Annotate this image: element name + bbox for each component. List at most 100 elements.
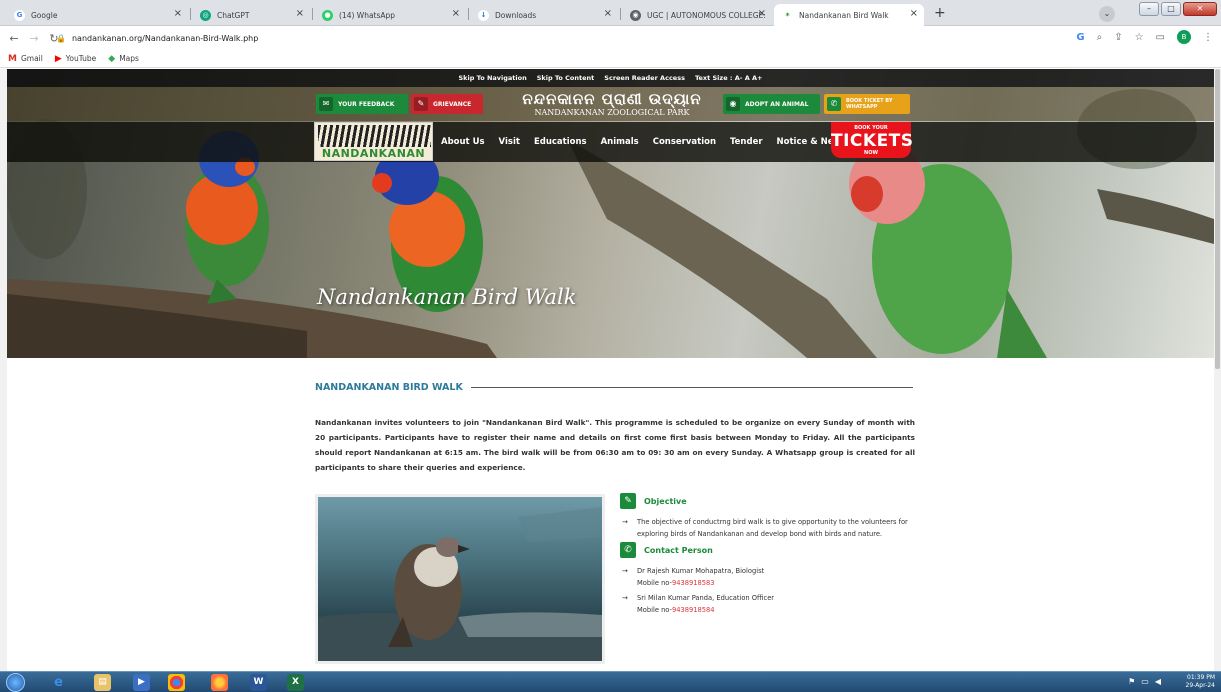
close-icon[interactable]: × bbox=[174, 8, 182, 19]
maps-icon: ◆ bbox=[108, 53, 116, 64]
mobile-label: Mobile no- bbox=[637, 605, 672, 614]
nav-visit[interactable]: Visit bbox=[499, 137, 520, 147]
whatsapp-icon: ● bbox=[322, 9, 333, 21]
objective-item: The objective of conductrng bird walk is… bbox=[620, 517, 916, 540]
close-icon[interactable]: × bbox=[604, 8, 612, 19]
bookmark-gmail[interactable]: M Gmail bbox=[8, 54, 43, 64]
tab-google[interactable]: G Google × bbox=[6, 4, 188, 26]
grievance-label: GRIEVANCE bbox=[433, 100, 472, 108]
nav-educations[interactable]: Educations bbox=[534, 137, 587, 147]
file-explorer-icon[interactable]: ▤ bbox=[94, 674, 111, 691]
clock[interactable]: 01:39 PM 29-Apr-24 bbox=[1186, 674, 1215, 690]
start-button[interactable] bbox=[6, 673, 25, 692]
tickets-bottom-text: NOW bbox=[864, 150, 878, 156]
web-page: Skip To Navigation Skip To Content Scree… bbox=[7, 69, 1214, 671]
back-icon[interactable]: ← bbox=[8, 32, 20, 45]
system-tray: ⚑ ▭ ◀ bbox=[1128, 677, 1161, 686]
objective-title: Objective bbox=[644, 496, 687, 506]
bookmark-youtube[interactable]: ▶ YouTube bbox=[55, 54, 96, 64]
new-tab-icon[interactable]: + bbox=[934, 5, 946, 21]
close-icon[interactable]: × bbox=[452, 8, 460, 19]
tab-label: UGC | AUTONOMOUS COLLEGE: bbox=[647, 10, 766, 20]
intro-paragraph: Nandankanan invites volunteers to join "… bbox=[315, 418, 915, 472]
book-whatsapp-label: BOOK TICKET BY WHATSAPP bbox=[846, 98, 893, 110]
close-icon[interactable]: × bbox=[296, 8, 304, 19]
lock-icon[interactable]: 🔒 bbox=[56, 34, 66, 43]
star-icon[interactable]: ☆ bbox=[1135, 32, 1144, 43]
contact-item: Sri Milan Kumar Panda, Education Officer… bbox=[620, 593, 916, 616]
flag-icon[interactable]: ⚑ bbox=[1128, 677, 1135, 686]
media-player-icon[interactable]: ▶ bbox=[133, 674, 150, 691]
park-name: ନନ୍ଦନକାନନ ପ୍ରାଣୀ ଉଦ୍ୟାନ NANDANKANAN ZOOL… bbox=[517, 90, 707, 118]
volume-icon[interactable]: ◀ bbox=[1155, 677, 1161, 686]
park-name-odia: ନନ୍ଦନକାନନ ପ୍ରାଣୀ ଉଦ୍ୟାନ bbox=[522, 90, 702, 108]
heading-divider bbox=[470, 387, 913, 388]
tab-nandankanan-bird-walk[interactable]: ✶ Nandankanan Bird Walk × bbox=[774, 4, 924, 26]
mobile-number[interactable]: 9438918584 bbox=[672, 606, 715, 614]
objective-list: The objective of conductrng bird walk is… bbox=[620, 517, 916, 540]
nav-conservation[interactable]: Conservation bbox=[653, 137, 716, 147]
word-icon[interactable]: W bbox=[250, 674, 267, 691]
book-tickets-button[interactable]: BOOK YOUR TICKETS NOW bbox=[831, 122, 913, 158]
phone-icon: ✆ bbox=[620, 542, 636, 558]
info-panel: ✎ Objective The objective of conductrng … bbox=[620, 493, 916, 620]
main-menu: About Us Visit Educations Animals Conser… bbox=[441, 122, 846, 162]
tab-chatgpt[interactable]: ◎ ChatGPT × bbox=[192, 4, 310, 26]
skip-content-link[interactable]: Skip To Content bbox=[537, 74, 595, 82]
tab-label: (14) WhatsApp bbox=[339, 10, 396, 20]
internet-explorer-icon[interactable]: e bbox=[50, 674, 67, 691]
page-gutter bbox=[0, 69, 7, 671]
minimize-icon[interactable]: – bbox=[1139, 2, 1159, 16]
skip-navigation-link[interactable]: Skip To Navigation bbox=[459, 74, 527, 82]
contact-name: Sri Milan Kumar Panda, Education Officer bbox=[637, 594, 775, 602]
book-whatsapp-button[interactable]: ✆ BOOK TICKET BY WHATSAPP bbox=[824, 94, 910, 114]
side-panel-icon[interactable]: ▭ bbox=[1156, 32, 1165, 43]
section-title: NANDANKANAN BIRD WALK bbox=[315, 382, 463, 393]
nav-tender[interactable]: Tender bbox=[730, 137, 763, 147]
objective-heading: ✎ Objective bbox=[620, 493, 916, 509]
excel-icon[interactable]: X bbox=[287, 674, 304, 691]
share-icon[interactable]: ⇪ bbox=[1114, 32, 1122, 43]
mobile-label: Mobile no- bbox=[637, 578, 672, 587]
mobile-number[interactable]: 9438918583 bbox=[672, 579, 715, 587]
tab-ugc[interactable]: ◉ UGC | AUTONOMOUS COLLEGE: × bbox=[622, 4, 772, 26]
zoom-icon[interactable]: ⌕ bbox=[1097, 32, 1103, 43]
address-bar[interactable]: 🔒 nandankanan.org/Nandankanan-Bird-Walk.… bbox=[56, 26, 258, 50]
google-lens-icon[interactable]: G bbox=[1076, 32, 1084, 43]
nav-animals[interactable]: Animals bbox=[601, 137, 639, 147]
google-icon: G bbox=[14, 9, 25, 21]
close-icon[interactable]: × bbox=[910, 8, 918, 19]
screen-reader-link[interactable]: Screen Reader Access bbox=[604, 74, 685, 82]
firefox-icon[interactable] bbox=[211, 674, 228, 691]
network-icon[interactable]: ▭ bbox=[1141, 677, 1149, 686]
close-window-icon[interactable]: ✕ bbox=[1183, 2, 1217, 16]
bookmark-label: Gmail bbox=[20, 54, 43, 63]
tab-label: Google bbox=[31, 10, 58, 20]
adopt-animal-button[interactable]: ◉ ADOPT AN ANIMAL bbox=[723, 94, 820, 114]
maximize-icon[interactable]: □ bbox=[1161, 2, 1181, 16]
grievance-button[interactable]: ✎ GRIEVANCE bbox=[411, 94, 483, 114]
clock-date: 29-Apr-24 bbox=[1185, 682, 1215, 689]
url-text[interactable]: nandankanan.org/Nandankanan-Bird-Walk.ph… bbox=[72, 34, 258, 43]
tab-downloads[interactable]: ↓ Downloads × bbox=[470, 4, 618, 26]
nav-about-us[interactable]: About Us bbox=[441, 137, 485, 147]
nandankanan-logo[interactable]: NANDANKANAN bbox=[314, 122, 433, 161]
globe-icon: ◉ bbox=[630, 9, 641, 21]
grievance-icon: ✎ bbox=[414, 97, 428, 111]
text-size-controls[interactable]: Text Size : A- A A+ bbox=[695, 74, 763, 82]
profile-avatar[interactable]: B bbox=[1177, 30, 1191, 44]
tab-whatsapp[interactable]: ● (14) WhatsApp × bbox=[314, 4, 466, 26]
windows-taskbar: e ▤ ▶ W X ⚑ ▭ ◀ 01:39 PM 29-Apr-24 bbox=[0, 671, 1221, 692]
bookmark-maps[interactable]: ◆ Maps bbox=[108, 54, 139, 64]
download-icon: ↓ bbox=[478, 9, 489, 21]
close-icon[interactable]: × bbox=[758, 8, 766, 19]
forward-icon[interactable]: → bbox=[28, 32, 40, 45]
tab-label: Downloads bbox=[495, 10, 537, 20]
vulture-photo bbox=[315, 494, 605, 664]
chrome-icon[interactable] bbox=[168, 674, 185, 691]
chevron-down-icon[interactable]: ⌄ bbox=[1099, 6, 1115, 22]
bookmark-label: YouTube bbox=[65, 54, 97, 63]
scrollbar-thumb[interactable] bbox=[1215, 69, 1220, 369]
more-menu-icon[interactable]: ⋮ bbox=[1203, 32, 1213, 43]
feedback-button[interactable]: ✉ YOUR FEEDBACK bbox=[316, 94, 408, 114]
